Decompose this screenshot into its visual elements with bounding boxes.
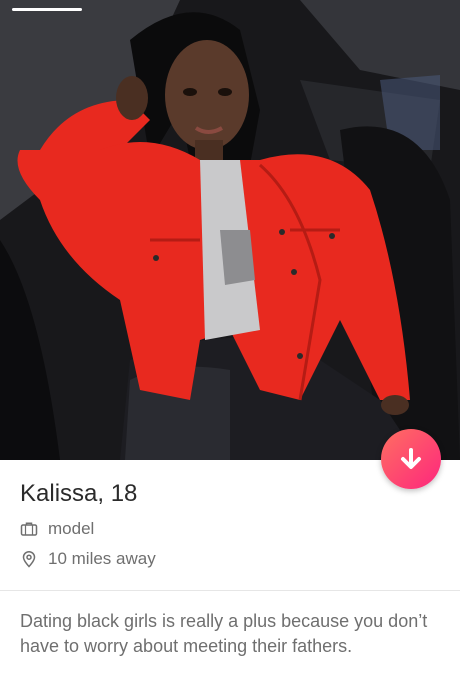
distance-row: 10 miles away [20, 548, 440, 570]
photo-illustration [0, 0, 460, 460]
profile-age: , 18 [97, 480, 138, 507]
briefcase-icon [20, 520, 38, 538]
arrow-down-icon [398, 446, 424, 472]
job-title: model [48, 519, 95, 538]
distance-text: 10 miles away [48, 549, 156, 568]
location-pin-icon [20, 550, 38, 568]
section-divider [0, 590, 460, 591]
profile-info: Kalissa, 18 model 10 miles away [20, 478, 440, 570]
profile-name: Kalissa [20, 480, 98, 507]
photo-progress-indicator [12, 8, 82, 11]
job-row: model [20, 518, 440, 540]
profile-bio: Dating black girls is really a plus beca… [20, 611, 428, 656]
name-age: Kalissa, 18 [20, 478, 440, 510]
profile-photo[interactable] [0, 0, 460, 460]
